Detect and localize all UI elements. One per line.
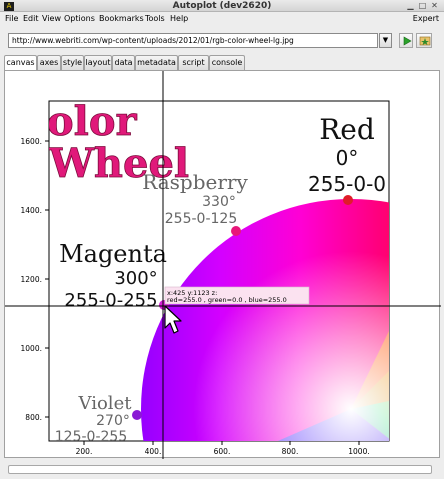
raspberry-rgb: 255-0-125 [165, 211, 237, 227]
bookmark-button[interactable] [416, 33, 432, 48]
url-input[interactable]: http://www.webriti.com/wp-content/upload… [8, 33, 378, 48]
y-tick-label: 1200. [21, 275, 42, 284]
wheel-heading-line1: olor [47, 98, 138, 145]
tab-metadata[interactable]: metadata [135, 55, 178, 70]
raspberry-label: Raspberry [142, 170, 248, 194]
status-bar [8, 465, 432, 474]
y-tick-label: 800. [25, 413, 42, 422]
play-icon [403, 36, 412, 46]
red-degree: 0° [336, 146, 359, 170]
magenta-degree: 300° [114, 268, 157, 289]
tab-style[interactable]: style [61, 55, 84, 70]
raspberry-dot [231, 226, 241, 236]
menu-expert[interactable]: Expert [413, 14, 439, 23]
tab-console[interactable]: console [209, 55, 245, 70]
violet-rgb: 125-0-255 [55, 429, 127, 445]
bookmark-icon [419, 36, 431, 46]
canvas-panel[interactable]: olor Wheel Red 0° 255-0-0 Raspberry 330°… [4, 70, 441, 459]
y-tick-label: 1400. [21, 206, 42, 215]
menu-help[interactable]: Help [170, 14, 188, 23]
tab-script[interactable]: script [178, 55, 209, 70]
menu-view[interactable]: View [42, 14, 61, 23]
play-button[interactable] [399, 33, 413, 48]
x-axis: 200. 400. 600. 800. 1000. [76, 441, 370, 456]
x-tick-label: 1000. [348, 447, 369, 456]
magenta-label: Magenta [59, 240, 167, 268]
x-tick-label: 200. [76, 447, 93, 456]
red-label: Red [319, 113, 375, 146]
x-tick-label: 400. [145, 447, 162, 456]
violet-dot [132, 410, 142, 420]
menu-file[interactable]: File [5, 14, 18, 23]
tab-canvas[interactable]: canvas [4, 55, 37, 71]
plot-canvas[interactable]: olor Wheel Red 0° 255-0-0 Raspberry 330°… [5, 71, 441, 459]
violet-degree: 270° [96, 413, 130, 429]
maximize-icon[interactable]: □ [418, 2, 427, 10]
window-titlebar: A Autoplot (dev2620) ▁ □ ✕ [0, 0, 444, 12]
red-rgb: 255-0-0 [308, 172, 386, 196]
x-tick-label: 800. [282, 447, 299, 456]
magenta-rgb: 255-0-255 [64, 290, 157, 311]
y-axis: 1600. 1400. 1200. 1000. 800. [21, 137, 49, 422]
tab-layout[interactable]: layout [84, 55, 112, 70]
minimize-icon[interactable]: ▁ [406, 2, 415, 10]
window-title: Autoplot (dev2620) [172, 1, 272, 11]
violet-label: Violet [78, 393, 133, 414]
menu-bar: File Edit View Options Bookmarks Tools H… [0, 12, 444, 26]
menu-bookmarks[interactable]: Bookmarks [99, 14, 144, 23]
x-tick-label: 600. [214, 447, 231, 456]
readout-rgb: red=255.0 , green=0.0 , blue=255.0 [167, 296, 287, 304]
tab-axes[interactable]: axes [37, 55, 61, 70]
y-tick-label: 1000. [21, 344, 42, 353]
red-dot [343, 195, 353, 205]
menu-tools[interactable]: Tools [145, 14, 165, 23]
chevron-down-icon[interactable]: ▼ [379, 33, 392, 48]
close-icon[interactable]: ✕ [430, 2, 439, 10]
crosshair-readout: x:425 y:1123 z: red=255.0 , green=0.0 , … [164, 286, 310, 305]
menu-options[interactable]: Options [64, 14, 95, 23]
y-tick-label: 1600. [21, 137, 42, 146]
raspberry-degree: 330° [202, 194, 236, 210]
menu-edit[interactable]: Edit [23, 14, 39, 23]
tab-data[interactable]: data [112, 55, 135, 70]
